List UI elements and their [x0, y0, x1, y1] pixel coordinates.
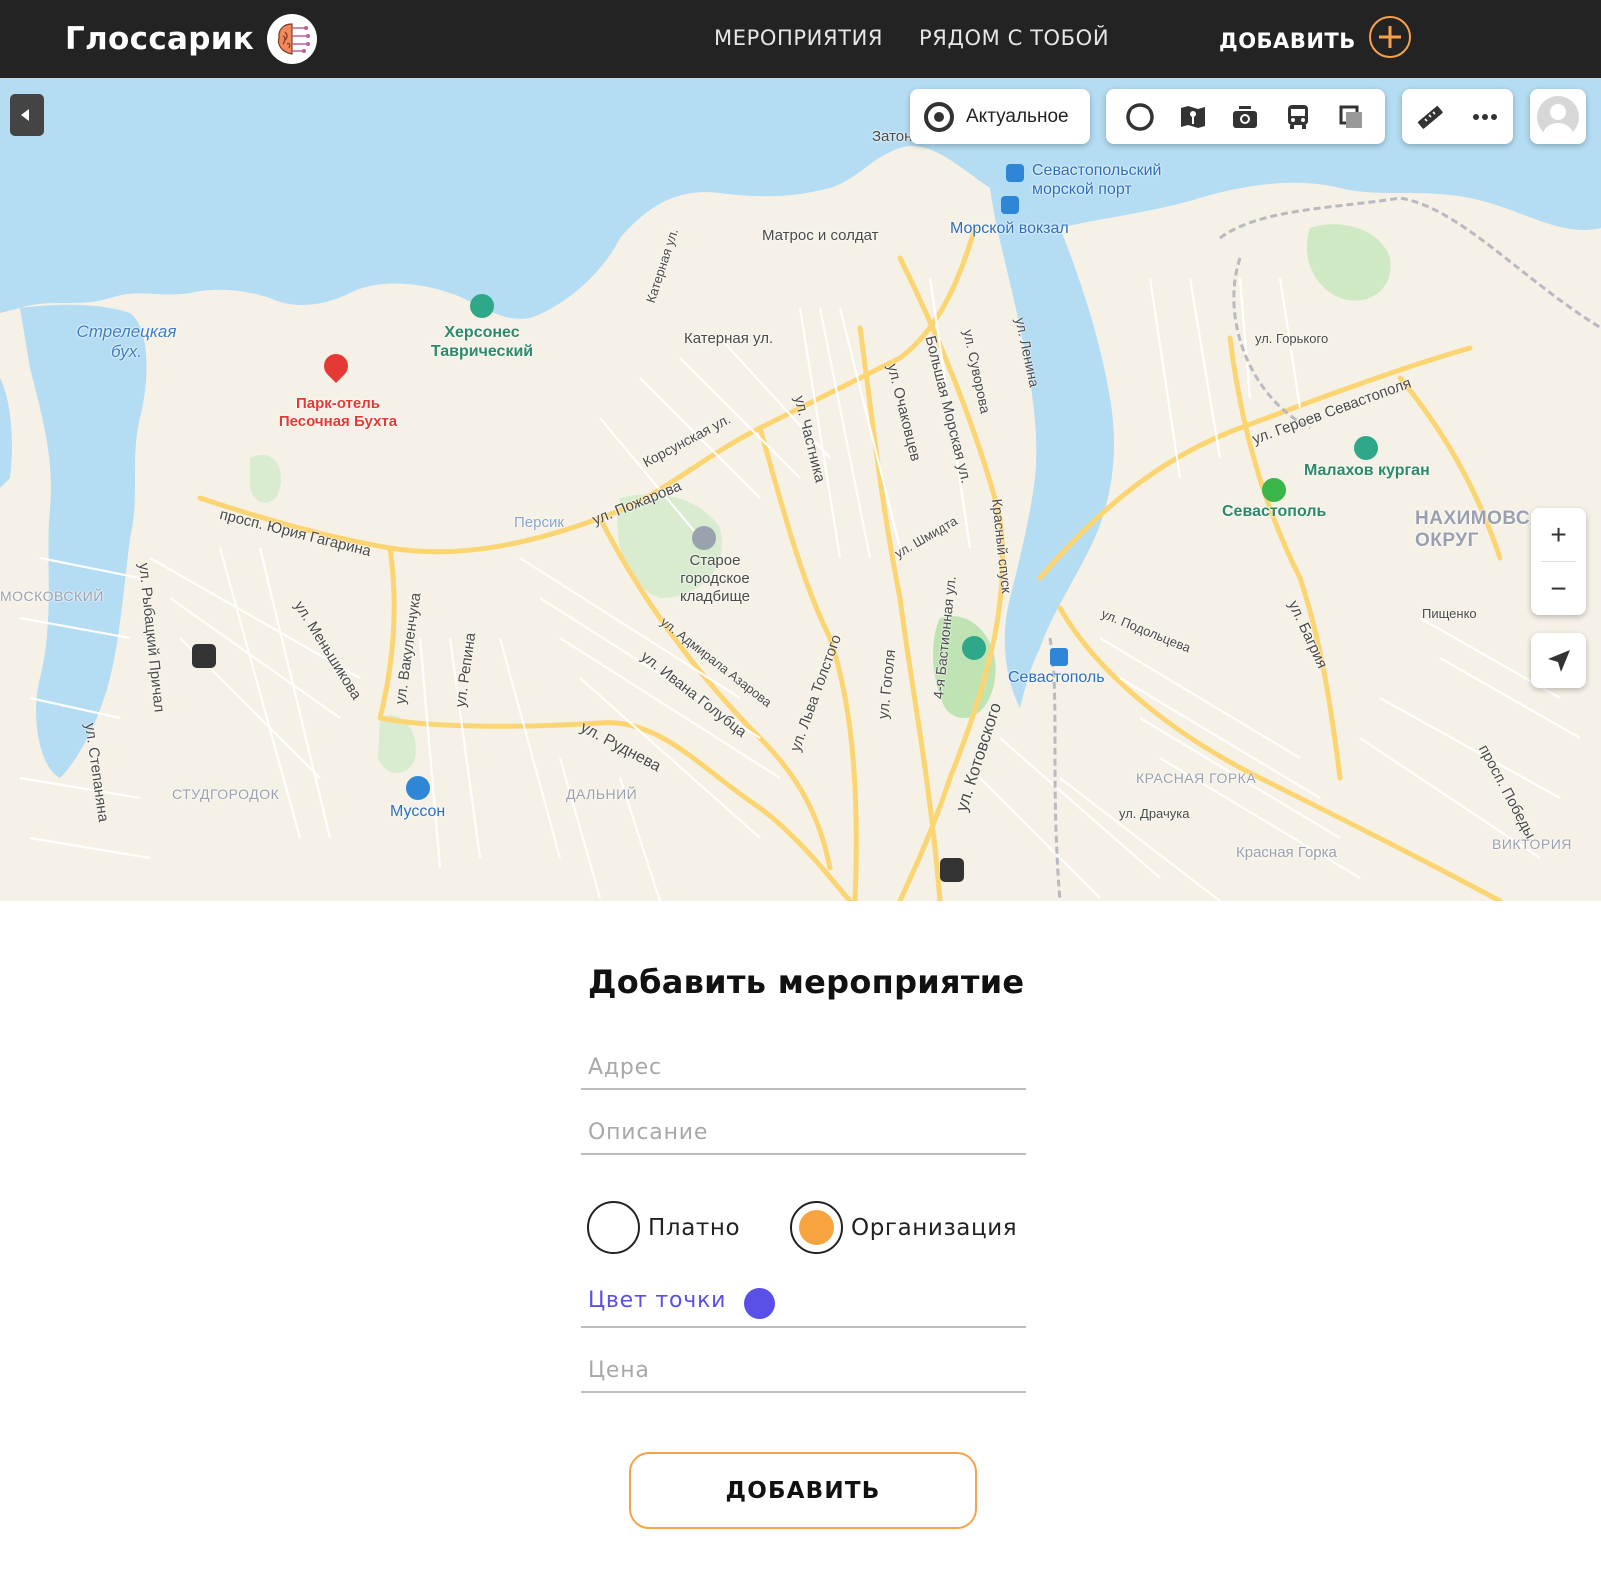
work-pin-icon[interactable]	[192, 644, 216, 668]
traffic-icon[interactable]	[1175, 99, 1211, 135]
map-label: ДАЛЬНИЙ	[566, 786, 638, 802]
shop-pin-icon[interactable]	[406, 776, 430, 800]
paid-radio-circle[interactable]	[587, 1201, 640, 1254]
description-field	[581, 1099, 1026, 1155]
submit-add-button[interactable]: ДОБАВИТЬ	[629, 1452, 977, 1529]
point-color-swatch[interactable]	[744, 1288, 775, 1319]
organization-radio-label: Организация	[851, 1214, 1018, 1241]
ferry-pin-icon[interactable]	[1001, 196, 1019, 214]
avatar	[1537, 95, 1579, 138]
page-title: Добавить мероприятие	[588, 963, 1025, 1001]
brand-name: Глоссарик	[65, 21, 255, 57]
map-label: Персик	[514, 514, 564, 531]
top-navbar: Глоссарик МЕРОПРИЯТИЯ РЯДОМ С ТОБОЙ ДОБА…	[0, 0, 1601, 78]
zoom-in-button[interactable]: +	[1531, 508, 1586, 561]
address-field	[581, 1034, 1026, 1090]
point-color-label: Цвет точки	[588, 1288, 727, 1313]
monument-pin-icon[interactable]	[1354, 436, 1378, 460]
station-pin-icon[interactable]	[1262, 478, 1286, 502]
map-label: ул. Горького	[1255, 331, 1329, 346]
transport-icon[interactable]	[1280, 99, 1316, 135]
map-label: Херсонес Таврический	[430, 324, 534, 361]
map-label: МОСКОВСКИЙ	[0, 588, 104, 604]
description-input[interactable]	[588, 1120, 1018, 1145]
map-label: Пищенко	[1422, 606, 1477, 621]
map-canvas	[0, 78, 1601, 901]
navigation-arrow-icon	[1547, 649, 1570, 672]
paid-radio-label: Платно	[648, 1214, 741, 1241]
railway-station-pin-icon[interactable]	[1050, 648, 1068, 666]
photo-icon[interactable]	[1227, 99, 1263, 135]
map-label: Катерная ул.	[684, 330, 774, 347]
map-label: Муссон	[390, 803, 446, 820]
target-icon	[924, 101, 954, 132]
organization-radio-circle[interactable]	[790, 1201, 843, 1254]
collapse-panel-button[interactable]	[10, 94, 44, 136]
map-label: Севастопольский морской порт	[1032, 162, 1162, 199]
map-tools-toolbar	[1402, 89, 1513, 144]
map-label: Малахов курган	[1304, 462, 1430, 479]
geolocation-button[interactable]	[1531, 633, 1586, 688]
map-layers-toolbar	[1106, 89, 1385, 144]
point-color-field[interactable]: Цвет точки	[581, 1272, 1026, 1328]
map-view[interactable]: Затон кораблям Севастопольский морской п…	[0, 78, 1601, 901]
paid-radio[interactable]: Платно	[587, 1201, 740, 1254]
map-label: СТУДГОРОДОК	[172, 786, 280, 802]
zoom-controls: + −	[1531, 508, 1586, 615]
map-label: КРАСНАЯ ГОРКА	[1136, 770, 1257, 786]
zoom-out-button[interactable]: −	[1531, 562, 1586, 615]
user-avatar-button[interactable]	[1530, 89, 1586, 144]
museum-pin-icon[interactable]	[470, 294, 494, 318]
map-label: Севастополь	[1222, 503, 1327, 520]
port-pin-icon[interactable]	[1006, 164, 1024, 182]
ruler-icon[interactable]	[1412, 99, 1448, 135]
more-icon[interactable]	[1467, 99, 1503, 135]
park-pin-icon[interactable]	[962, 636, 986, 660]
brand-logo-link[interactable]: Глоссарик	[65, 14, 318, 64]
price-field	[581, 1337, 1026, 1393]
map-label: НАХИМОВС ОКРУГ	[1415, 508, 1531, 551]
plus-circle-icon	[1368, 16, 1411, 58]
map-label: Морской вокзал	[950, 220, 1069, 237]
map-layers-icon[interactable]	[1333, 99, 1369, 135]
actual-filter-label: Актуальное	[966, 105, 1069, 127]
map-label: Севастополь	[1008, 669, 1105, 686]
map-label: Стрелецкая бух.	[76, 322, 177, 362]
map-label: Матрос и солдат	[762, 227, 879, 244]
map-label: ул. Драчука	[1119, 806, 1190, 821]
map-label: ВИКТОРИЯ	[1492, 836, 1572, 852]
price-input[interactable]	[588, 1358, 1018, 1383]
actual-filter-button[interactable]: Актуальное	[910, 89, 1090, 144]
header-add-label: ДОБАВИТЬ	[1219, 29, 1356, 53]
home-pin-icon[interactable]	[940, 858, 964, 882]
panorama-icon[interactable]	[1122, 99, 1158, 135]
map-label: Парк-отель Песочная Бухта	[278, 395, 398, 430]
address-input[interactable]	[588, 1055, 1018, 1080]
brain-logo-icon	[267, 14, 318, 64]
nav-events-link[interactable]: МЕРОПРИЯТИЯ	[714, 26, 883, 50]
map-label: Старое городское кладбище	[679, 552, 751, 605]
organization-radio[interactable]: Организация	[790, 1201, 1017, 1254]
map-label: Красная Горка	[1236, 844, 1337, 861]
header-add-button[interactable]: ДОБАВИТЬ	[1219, 16, 1411, 58]
nav-nearby-link[interactable]: РЯДОМ С ТОБОЙ	[919, 26, 1109, 50]
cemetery-pin-icon[interactable]	[692, 526, 716, 550]
